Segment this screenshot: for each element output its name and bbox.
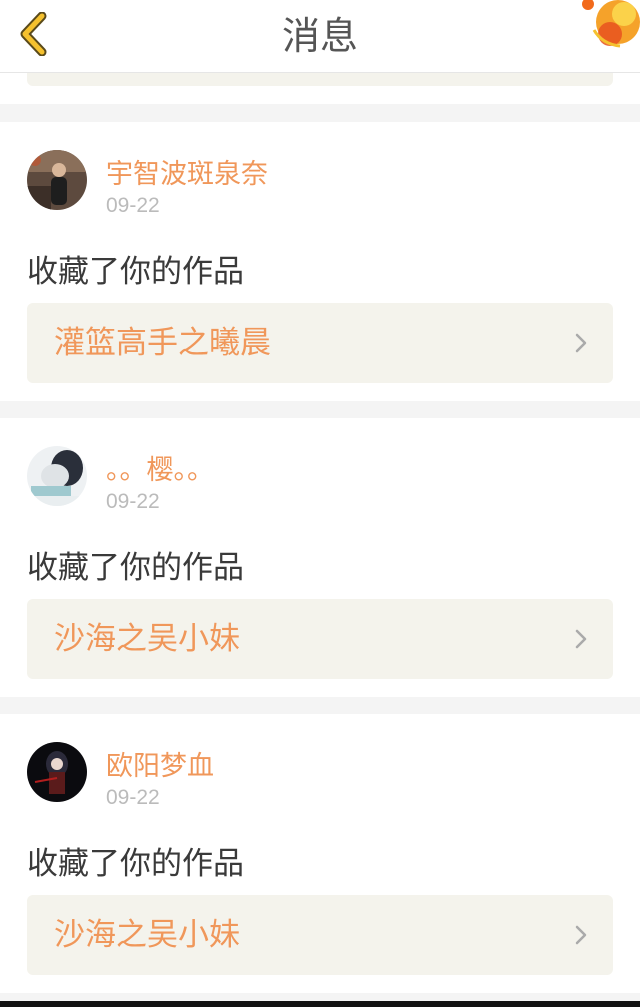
username[interactable]: 宇智波斑泉奈	[106, 152, 268, 191]
list-item: 欧阳梦血 09-22 收藏了你的作品 沙海之吴小妹	[0, 714, 640, 993]
chevron-right-icon	[575, 333, 587, 353]
message-list: 宇智波斑泉奈 09-22 收藏了你的作品 灌篮高手之曦晨 。。樱。。 09-22…	[0, 72, 640, 1007]
bottom-edge	[0, 1001, 640, 1007]
message-date: 09-22	[106, 194, 160, 217]
top-bar: 消息	[0, 0, 640, 73]
message-date: 09-22	[106, 490, 160, 513]
message-date: 09-22	[106, 786, 160, 809]
page-title: 消息	[281, 14, 358, 58]
list-item: 。。樱。。 09-22 收藏了你的作品 沙海之吴小妹	[0, 418, 640, 697]
lantern-decoration-icon	[582, 0, 640, 48]
avatar[interactable]	[27, 150, 87, 210]
username[interactable]: 。。樱。。	[106, 448, 214, 487]
list-item: 宇智波斑泉奈 09-22 收藏了你的作品 灌篮高手之曦晨	[0, 122, 640, 401]
list-item	[0, 72, 640, 104]
work-link[interactable]	[27, 72, 613, 86]
action-text: 收藏了你的作品	[27, 846, 244, 882]
work-link[interactable]: 灌篮高手之曦晨	[27, 303, 613, 383]
avatar[interactable]	[27, 742, 87, 802]
work-link[interactable]: 沙海之吴小妹	[27, 599, 613, 679]
work-title: 沙海之吴小妹	[54, 917, 240, 953]
username[interactable]: 欧阳梦血	[106, 744, 214, 783]
action-text: 收藏了你的作品	[27, 550, 244, 586]
work-link[interactable]: 沙海之吴小妹	[27, 895, 613, 975]
avatar[interactable]	[27, 446, 87, 506]
chevron-right-icon	[575, 629, 587, 649]
action-text: 收藏了你的作品	[27, 254, 244, 290]
work-title: 沙海之吴小妹	[54, 621, 240, 657]
chevron-right-icon	[575, 925, 587, 945]
work-title: 灌篮高手之曦晨	[54, 325, 271, 361]
